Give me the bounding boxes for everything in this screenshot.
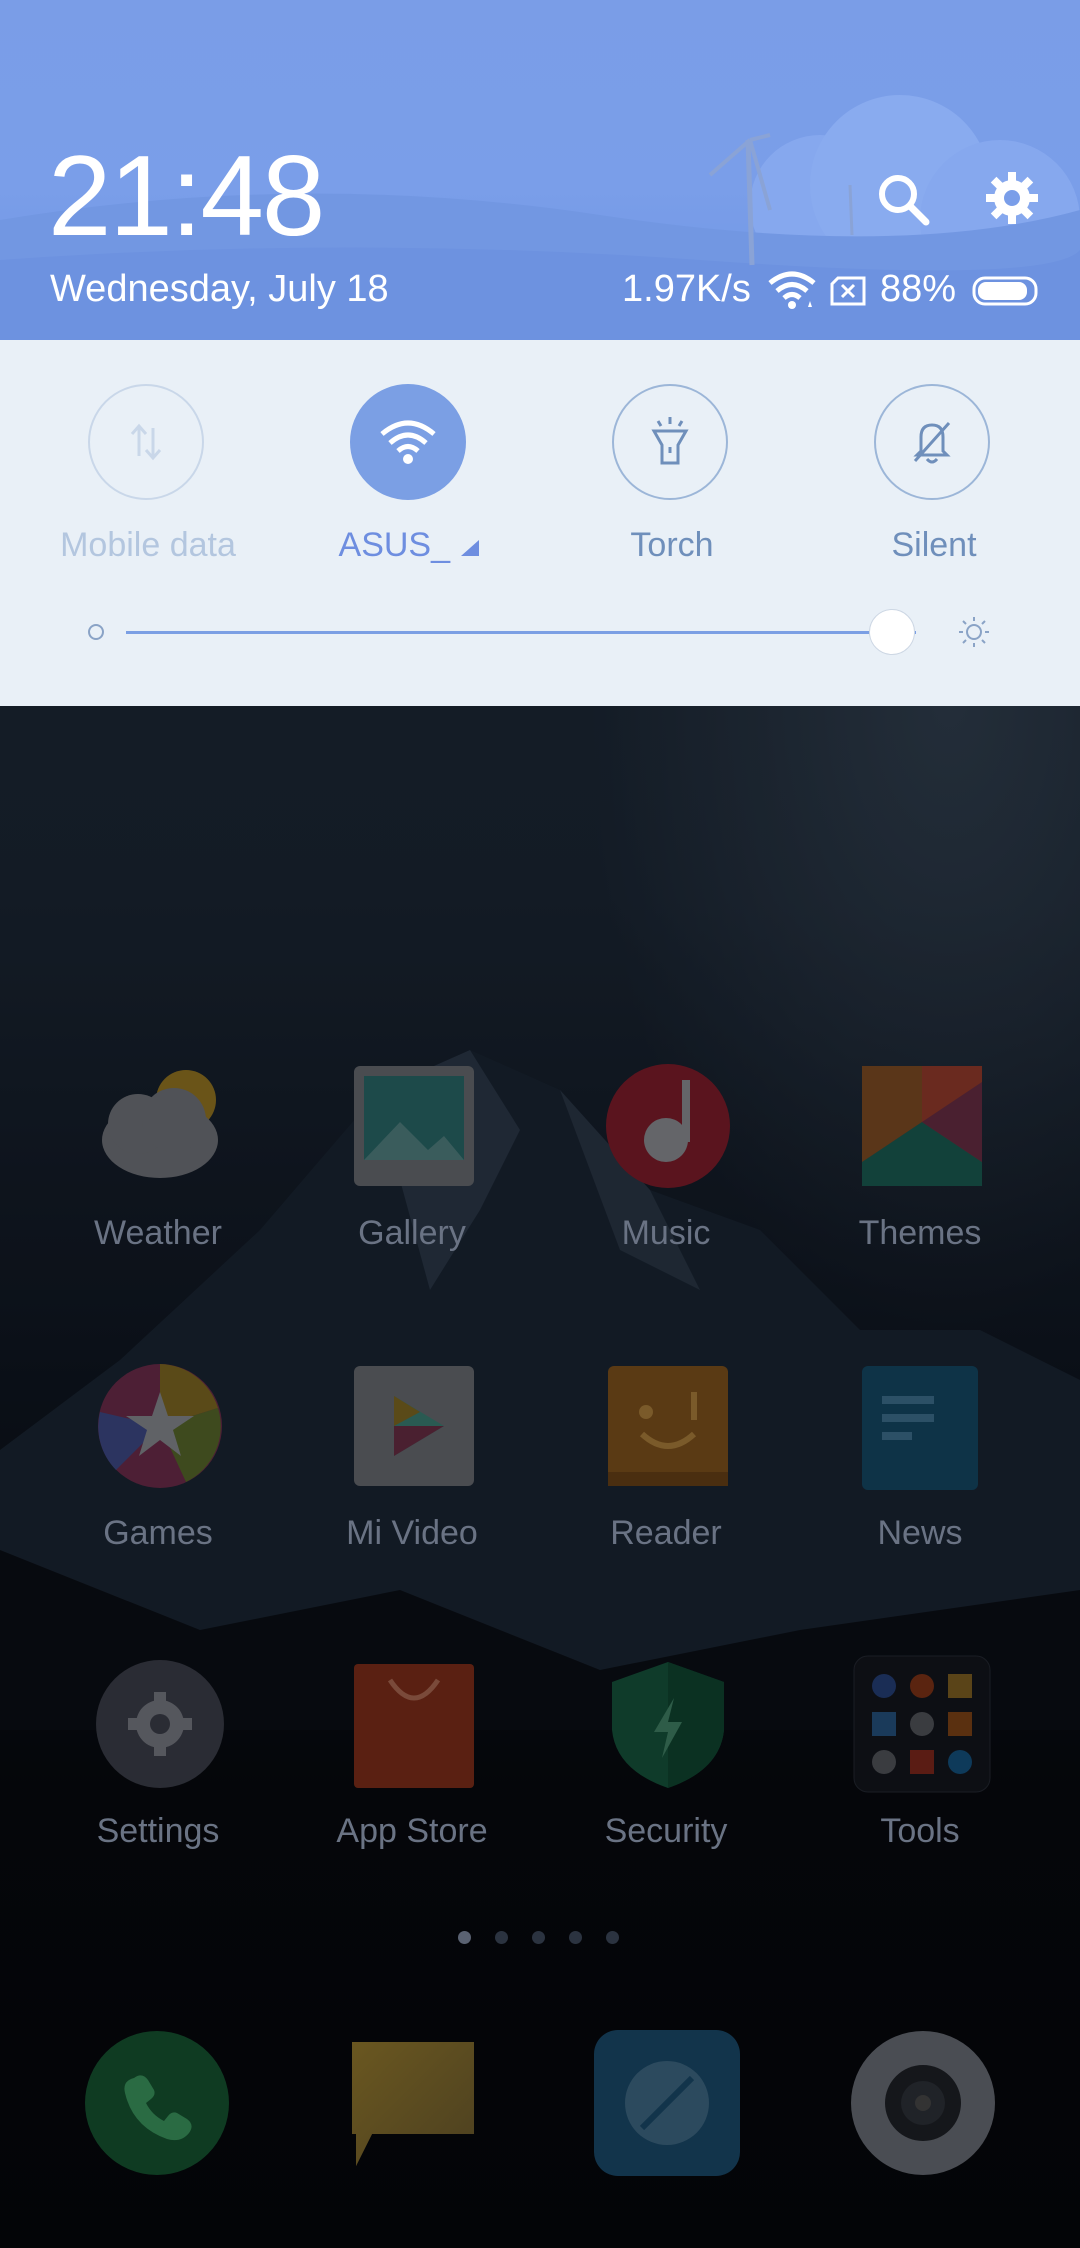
settings-icon [96, 1660, 224, 1788]
bell-off-icon [874, 384, 990, 500]
gallery-icon [350, 1062, 478, 1190]
app-label: Themes [858, 1214, 982, 1252]
app-mi-video[interactable]: Mi Video [292, 1362, 532, 1602]
app-app-store[interactable]: App Store [292, 1660, 532, 1900]
messages-icon[interactable] [338, 2030, 488, 2180]
toggle-label: Torch [630, 526, 714, 564]
app-label: Games [103, 1514, 213, 1552]
app-label: Gallery [358, 1214, 466, 1252]
toggle-silent[interactable]: Silent [834, 384, 1034, 584]
app-label: Mi Video [346, 1514, 478, 1552]
page-dot [532, 1931, 545, 1944]
toggle-label: Silent [891, 526, 977, 564]
app-reader[interactable]: Reader [546, 1362, 786, 1602]
quick-settings-panel: Mobile data ASUS_ Torch Silent [0, 340, 1080, 706]
themes-icon [858, 1062, 986, 1190]
toggle-mobile-data[interactable]: Mobile data [48, 384, 248, 584]
app-label: Reader [610, 1514, 722, 1552]
app-weather[interactable]: Weather [38, 1062, 278, 1302]
app-tools[interactable]: Tools [800, 1655, 1040, 1900]
page-dot [495, 1931, 508, 1944]
app-label: Security [604, 1812, 728, 1850]
brightness-high-icon [959, 617, 989, 647]
app-music[interactable]: Music [546, 1062, 786, 1302]
weather-icon [96, 1062, 224, 1190]
tools-folder-icon [852, 1654, 991, 1793]
app-label: App Store [336, 1812, 488, 1850]
network-speed: 1.97K/s [622, 268, 751, 310]
toggle-label: ASUS_ [290, 526, 530, 565]
app-settings[interactable]: Settings [38, 1660, 278, 1900]
app-label: Music [621, 1214, 711, 1252]
search-icon[interactable] [876, 172, 932, 228]
flashlight-icon [612, 384, 728, 500]
page-dot [569, 1931, 582, 1944]
brightness-slider-track[interactable] [126, 631, 916, 634]
app-label: Settings [96, 1812, 220, 1850]
news-icon [858, 1362, 986, 1490]
wifi-details-arrow-icon [461, 540, 480, 556]
app-games[interactable]: Games [38, 1362, 278, 1602]
no-sim-icon [830, 276, 866, 306]
toggle-wifi[interactable]: ASUS_ [310, 384, 510, 584]
gear-icon[interactable] [984, 170, 1040, 226]
security-icon [604, 1660, 732, 1788]
toggle-torch[interactable]: Torch [572, 384, 772, 584]
battery-icon [972, 276, 1038, 306]
clock-time[interactable]: 21:48 [48, 140, 325, 254]
wifi-status-icon [768, 271, 816, 309]
app-label: News [877, 1514, 963, 1552]
wifi-network-name: ASUS_ [338, 526, 451, 564]
app-store-icon [350, 1660, 478, 1788]
app-news[interactable]: News [800, 1362, 1040, 1602]
page-dot [458, 1931, 471, 1944]
camera-icon[interactable] [848, 2028, 998, 2178]
video-icon [350, 1362, 478, 1490]
reader-icon [604, 1362, 732, 1490]
music-icon [604, 1062, 732, 1190]
app-label: Tools [880, 1812, 960, 1850]
toggle-label: Mobile data [60, 526, 236, 564]
app-security[interactable]: Security [546, 1660, 786, 1900]
app-gallery[interactable]: Gallery [292, 1062, 532, 1302]
mobile-data-icon [88, 384, 204, 500]
phone-icon[interactable] [82, 2028, 232, 2178]
page-dot [606, 1931, 619, 1944]
brightness-slider-thumb[interactable] [869, 609, 915, 655]
battery-percentage: 88% [880, 268, 957, 310]
brightness-low-icon [88, 624, 104, 640]
games-icon [96, 1362, 224, 1490]
browser-icon[interactable] [592, 2028, 742, 2178]
notification-shade-header: 21:48 Wednesday, July 18 1.97K/s 88% [0, 0, 1080, 340]
app-label: Weather [94, 1214, 222, 1252]
wifi-icon [350, 384, 466, 500]
date-label[interactable]: Wednesday, July 18 [50, 268, 389, 311]
app-themes[interactable]: Themes [800, 1062, 1040, 1302]
